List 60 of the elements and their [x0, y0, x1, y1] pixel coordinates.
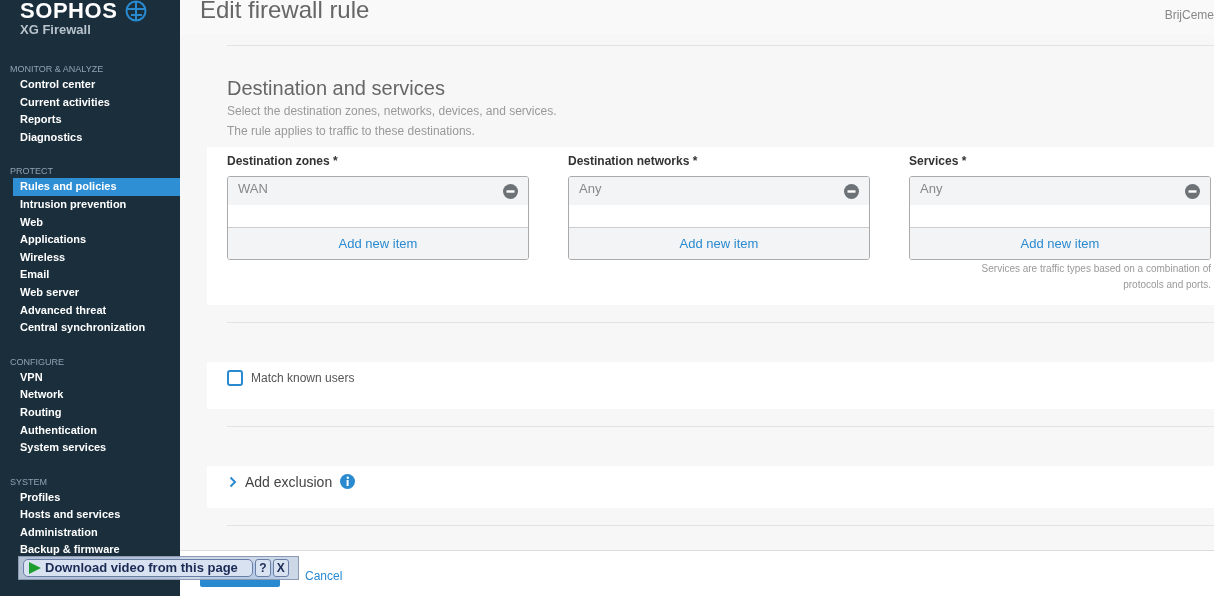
checkbox[interactable] — [227, 370, 243, 386]
add-new-item-button[interactable]: Add new item — [910, 227, 1210, 259]
sidebar-item[interactable]: VPN — [13, 368, 180, 387]
remove-icon[interactable] — [503, 184, 518, 199]
help-button[interactable]: ? — [254, 559, 271, 577]
sidebar-item[interactable]: Backup & firmware — [13, 541, 180, 560]
sidebar-item[interactable]: Control center — [13, 76, 180, 94]
field-label: Destination zones * — [227, 153, 339, 169]
cancel-link[interactable]: Cancel — [305, 567, 343, 585]
sidebar-item[interactable]: Web server — [13, 283, 180, 302]
globe-icon — [125, 0, 148, 22]
remove-icon[interactable] — [844, 184, 859, 199]
play-icon — [28, 561, 42, 575]
field-label: Services * — [909, 153, 968, 169]
sidebar-item[interactable]: Advanced threat — [13, 301, 180, 320]
section-title: Destination and services — [227, 76, 446, 100]
close-button[interactable]: X — [272, 559, 289, 577]
list-item: Any — [579, 180, 602, 198]
sidebar-item[interactable]: Central synchronization — [13, 319, 180, 337]
sidebar-item[interactable]: Email — [13, 266, 180, 284]
sidebar-item[interactable]: Rules and policies — [13, 178, 180, 196]
list-item: Any — [920, 180, 943, 198]
section-description: Select the destination zones, networks, devices, and services. — [227, 103, 558, 120]
sidebar-item[interactable]: Reports — [13, 111, 180, 129]
sidebar-item[interactable]: Hosts and services — [13, 506, 180, 524]
section-heading: CONFIGURE — [9, 355, 65, 369]
download-video-button[interactable]: Download video from this page — [23, 559, 253, 577]
sidebar-item[interactable]: Current activities — [13, 93, 180, 112]
info-icon — [340, 474, 356, 489]
section-description: The rule applies to traffic to these destinations. — [227, 123, 476, 140]
checkbox-label: Match known users — [251, 370, 355, 387]
field-note: Services are traffic types based on a combination of protocols and ports. — [980, 262, 1211, 292]
sidebar-item[interactable]: Administration — [13, 523, 180, 542]
sidebar-item[interactable]: Applications — [13, 231, 180, 249]
sidebar-item[interactable]: Wireless — [13, 248, 180, 267]
chevron-icon[interactable] — [229, 476, 237, 488]
product-name: XG Firewall — [19, 22, 92, 38]
page-title: Edit firewall rule — [200, 0, 370, 22]
add-new-item-button[interactable]: Add new item — [569, 227, 869, 259]
item-list-field[interactable]: Any Add new item — [568, 176, 870, 260]
remove-icon[interactable] — [1185, 184, 1200, 199]
sidebar-item[interactable]: Profiles — [13, 488, 180, 507]
add-exclusion-toggle[interactable]: Add exclusion — [245, 472, 333, 493]
item-list-field[interactable]: Any Add new item — [909, 176, 1211, 260]
sidebar-item[interactable]: Web — [13, 213, 180, 232]
sidebar-item[interactable]: System services — [13, 439, 180, 457]
sidebar-item[interactable]: Intrusion prevention — [13, 195, 180, 214]
section-heading: SYSTEM — [9, 475, 48, 489]
field-label: Destination networks * — [568, 153, 699, 169]
section-heading: PROTECT — [9, 165, 54, 179]
user-name: BrijCeme — [1164, 7, 1214, 24]
sidebar-item[interactable]: Authentication — [13, 421, 180, 440]
brand-logo: SOPHOS — [20, 1, 118, 21]
sidebar-item[interactable]: Routing — [13, 403, 180, 422]
sidebar-item[interactable]: Diagnostics — [13, 128, 180, 147]
section-heading: MONITOR & ANALYZE — [9, 63, 105, 76]
sidebar-item[interactable]: Network — [13, 386, 180, 404]
list-item: WAN — [238, 180, 268, 198]
item-list-field[interactable]: WAN Add new item — [227, 176, 529, 260]
add-new-item-button[interactable]: Add new item — [228, 227, 528, 259]
